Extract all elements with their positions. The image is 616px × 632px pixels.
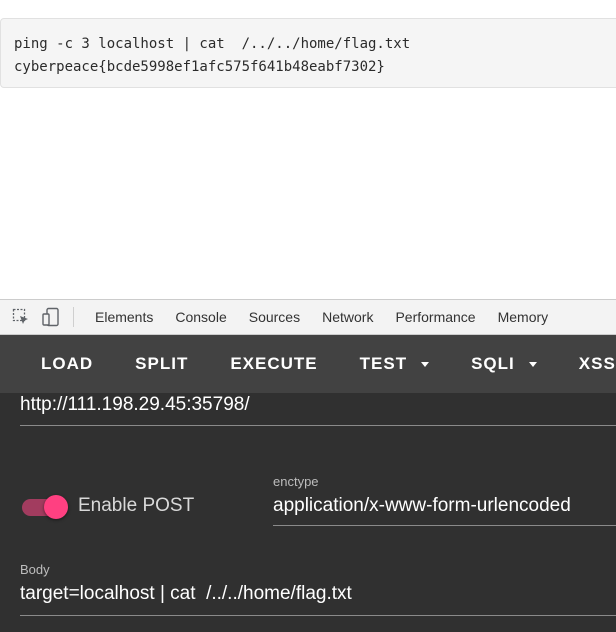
- hackbar-toolbar: LOAD SPLIT EXECUTE TEST SQLI XSS: [0, 335, 616, 393]
- execute-button-label: EXECUTE: [230, 354, 318, 373]
- tab-network[interactable]: Network: [311, 300, 384, 334]
- chevron-down-icon: [421, 361, 430, 367]
- toggle-knob: [44, 495, 68, 519]
- output-line-command: ping -c 3 localhost | cat /../../home/fl…: [14, 36, 411, 52]
- load-button-label: LOAD: [41, 354, 94, 373]
- execute-button[interactable]: EXECUTE: [209, 335, 338, 393]
- test-button-label: TEST: [359, 354, 408, 373]
- xss-dropdown-button[interactable]: XSS: [558, 335, 616, 393]
- body-input[interactable]: target=localhost | cat /../../home/flag.…: [20, 583, 616, 616]
- enctype-select[interactable]: application/x-www-form-urlencoded: [273, 495, 616, 526]
- tab-console[interactable]: Console: [164, 300, 237, 334]
- command-output: ping -c 3 localhost | cat /../../home/fl…: [0, 18, 616, 88]
- body-label: Body: [20, 562, 50, 577]
- devtools-separator: [73, 307, 74, 327]
- tab-sources[interactable]: Sources: [238, 300, 311, 334]
- enable-post-toggle[interactable]: [22, 495, 70, 519]
- enable-post-label: Enable POST: [78, 495, 195, 516]
- chevron-down-icon: [528, 361, 537, 367]
- split-button[interactable]: SPLIT: [114, 335, 209, 393]
- url-input[interactable]: http://111.198.29.45:35798/: [20, 395, 616, 426]
- tab-performance[interactable]: Performance: [384, 300, 486, 334]
- device-toolbar-icon[interactable]: [41, 307, 61, 327]
- inspect-element-icon[interactable]: [11, 307, 31, 327]
- test-dropdown-button[interactable]: TEST: [339, 335, 450, 393]
- split-button-label: SPLIT: [135, 354, 189, 373]
- xss-button-label: XSS: [578, 354, 616, 373]
- load-button[interactable]: LOAD: [0, 335, 114, 393]
- tab-elements[interactable]: Elements: [84, 300, 164, 334]
- tab-memory[interactable]: Memory: [487, 300, 560, 334]
- hackbar-panel: LOAD SPLIT EXECUTE TEST SQLI XSS http://…: [0, 335, 616, 632]
- output-line-flag: cyberpeace{bcde5998ef1afc575f641b48eabf7…: [14, 59, 385, 75]
- sqli-dropdown-button[interactable]: SQLI: [450, 335, 558, 393]
- sqli-button-label: SQLI: [471, 354, 515, 373]
- enctype-label: enctype: [273, 474, 319, 489]
- devtools-tab-bar: Elements Console Sources Network Perform…: [0, 299, 616, 335]
